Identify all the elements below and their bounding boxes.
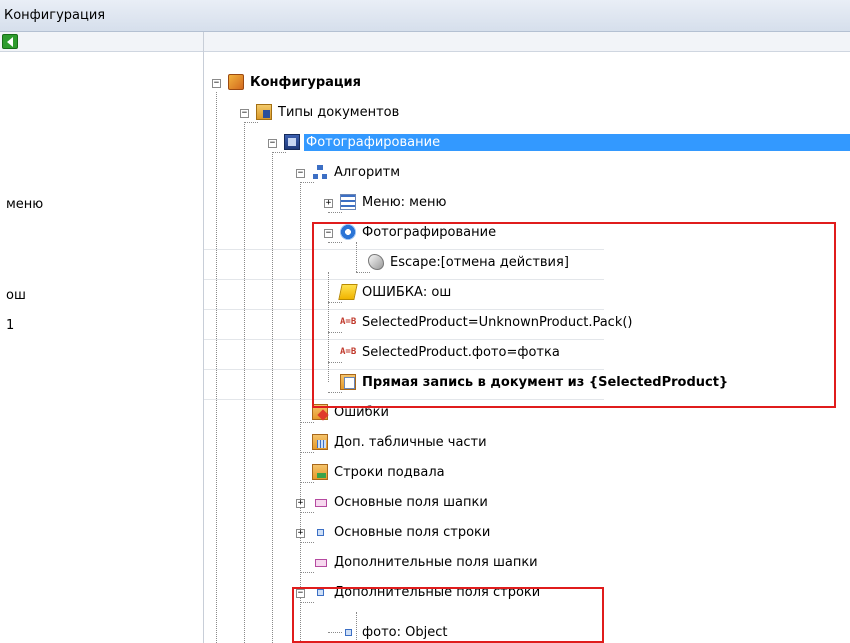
tree-guide bbox=[216, 92, 217, 643]
tree-node-label: Дополнительные поля шапки bbox=[334, 554, 538, 570]
tree-node-label: Фотографирование bbox=[304, 133, 850, 151]
tree-node-configuration[interactable]: Конфигурация bbox=[228, 72, 363, 92]
tree-node-header-fields[interactable]: Основные поля шапки bbox=[312, 492, 490, 512]
tree-node-menu-step[interactable]: Меню: меню bbox=[340, 192, 448, 212]
tree-connector bbox=[272, 152, 286, 153]
configuration-icon bbox=[228, 74, 244, 90]
property-value-one: 1 bbox=[6, 318, 15, 333]
tree-node-extra-tables[interactable]: Доп. табличные части bbox=[312, 432, 489, 452]
tree-node-label: Конфигурация bbox=[250, 74, 361, 90]
expand-toggle[interactable]: + bbox=[324, 199, 333, 208]
tree-node-document-types[interactable]: Типы документов bbox=[256, 102, 401, 122]
collapse-toggle[interactable]: − bbox=[268, 139, 277, 148]
tree-connector bbox=[300, 482, 314, 483]
table-folder-icon bbox=[312, 434, 328, 450]
algorithm-icon bbox=[312, 164, 328, 180]
folder-icon bbox=[256, 104, 272, 120]
tree-node-row-fields[interactable]: Основные поля строки bbox=[312, 522, 492, 542]
row-field-icon bbox=[312, 524, 328, 540]
property-value-error: ош bbox=[6, 288, 26, 303]
tree-connector bbox=[300, 182, 314, 183]
tree-node-extra-header-fields[interactable]: Дополнительные поля шапки bbox=[312, 552, 540, 572]
property-value-menu: меню bbox=[6, 197, 44, 212]
tree-node-label: Типы документов bbox=[278, 104, 400, 120]
tree-node-label: Основные поля шапки bbox=[334, 494, 488, 510]
collapse-toggle[interactable]: − bbox=[212, 79, 221, 88]
header-field-icon bbox=[312, 554, 328, 570]
tree-guide bbox=[300, 182, 301, 643]
tree-node-label: Строки подвала bbox=[334, 464, 445, 480]
menu-icon bbox=[340, 194, 356, 210]
toolbar bbox=[0, 32, 850, 52]
highlight-box-algorithm bbox=[312, 222, 836, 408]
back-arrow-icon[interactable] bbox=[2, 34, 18, 49]
collapse-toggle[interactable]: − bbox=[240, 109, 249, 118]
tree-node-algorithm[interactable]: Алгоритм bbox=[312, 162, 402, 182]
tree-connector bbox=[300, 512, 314, 513]
window-title: Конфигурация bbox=[0, 0, 850, 32]
tree-guide bbox=[272, 152, 273, 643]
expand-toggle[interactable]: + bbox=[296, 529, 305, 538]
tree-connector bbox=[300, 452, 314, 453]
document-type-icon bbox=[284, 134, 300, 150]
footer-folder-icon bbox=[312, 464, 328, 480]
highlight-box-row-fields bbox=[292, 587, 604, 643]
header-field-icon bbox=[312, 494, 328, 510]
tree-connector bbox=[300, 542, 314, 543]
tree-node-label: Основные поля строки bbox=[334, 524, 491, 540]
tree-node-label: Меню: меню bbox=[362, 194, 447, 210]
tree-connector bbox=[328, 212, 342, 213]
collapse-toggle[interactable]: − bbox=[296, 169, 305, 178]
tree-node-label: Доп. табличные части bbox=[334, 434, 487, 450]
tree-connector bbox=[300, 572, 314, 573]
tree-connector bbox=[244, 122, 258, 123]
expand-toggle[interactable]: + bbox=[296, 499, 305, 508]
tree-node-footer-rows[interactable]: Строки подвала bbox=[312, 462, 447, 482]
tree-guide bbox=[244, 122, 245, 643]
tree-node-label: Алгоритм bbox=[334, 164, 401, 180]
properties-panel: меню ош 1 bbox=[0, 52, 203, 643]
tree-node-doc-photo[interactable]: Фотографирование bbox=[284, 132, 850, 152]
tree-connector bbox=[300, 422, 314, 423]
configuration-tree[interactable]: − − − − + − + + − Конфигурация Типы доку… bbox=[204, 52, 850, 643]
